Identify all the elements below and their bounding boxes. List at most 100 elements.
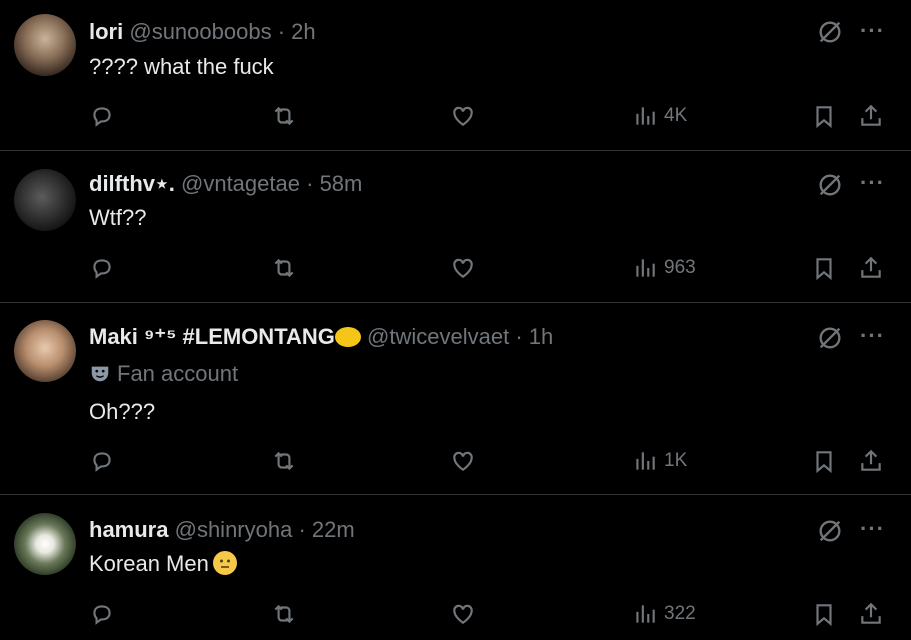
share-button[interactable] <box>858 598 884 630</box>
views-count: 963 <box>664 257 696 278</box>
more-icon[interactable]: ··· <box>860 516 885 542</box>
timestamp[interactable]: 22m <box>312 517 355 542</box>
account-label-text: Fan account <box>117 361 239 386</box>
bookmark-button[interactable] <box>811 598 837 630</box>
timestamp[interactable]: 58m <box>320 171 363 196</box>
like-icon <box>453 106 473 126</box>
share-icon <box>861 104 881 126</box>
views-icon <box>636 107 655 125</box>
like-button[interactable] <box>450 598 476 630</box>
reply-icon <box>93 259 111 279</box>
avatar[interactable] <box>14 513 76 575</box>
reply-icon <box>93 605 111 625</box>
reply-icon <box>93 452 111 472</box>
reply-button[interactable] <box>89 252 115 284</box>
handle[interactable]: @sunooboobs <box>129 19 271 44</box>
more-icon[interactable]: ··· <box>860 170 885 196</box>
share-icon <box>861 449 881 471</box>
tweet-text: Wtf?? <box>89 205 147 230</box>
action-bar: 322 <box>0 598 911 630</box>
like-button[interactable] <box>450 252 476 284</box>
views-count: 4K <box>664 105 688 126</box>
timestamp[interactable]: 2h <box>291 19 315 44</box>
bookmark-button[interactable] <box>811 100 837 132</box>
handle[interactable]: @twicevelvaet <box>367 324 509 349</box>
like-button[interactable] <box>450 445 476 477</box>
share-button[interactable] <box>858 445 884 477</box>
tweet[interactable]: dilfthv⋆. @vntagetae · 58m Wtf?? ··· 963 <box>0 151 911 302</box>
action-bar: 963 <box>0 252 911 284</box>
tweet-header: dilfthv⋆. @vntagetae · 58m <box>89 169 362 199</box>
display-name[interactable]: lori <box>89 19 123 44</box>
bookmark-icon <box>816 604 832 627</box>
tweet-header: Maki ⁹⁺⁵ #LEMONTANG @twicevelvaet · 1h <box>89 322 553 352</box>
tweet[interactable]: Maki ⁹⁺⁵ #LEMONTANG @twicevelvaet · 1h F… <box>0 303 911 494</box>
like-icon <box>453 258 473 278</box>
reply-icon <box>93 107 111 127</box>
reply-button[interactable] <box>89 100 115 132</box>
separator: · <box>298 517 306 542</box>
bookmark-icon <box>816 258 832 281</box>
display-name[interactable]: Maki ⁹⁺⁵ #LEMONTANG <box>89 324 335 349</box>
tweet-text: ???? what the fuck <box>89 54 274 79</box>
avatar[interactable] <box>14 169 76 231</box>
retweet-icon <box>274 451 294 471</box>
timestamp[interactable]: 1h <box>529 324 553 349</box>
display-name[interactable]: hamura <box>89 517 168 542</box>
retweet-icon <box>274 258 294 278</box>
grok-icon[interactable] <box>816 171 844 204</box>
handle[interactable]: @shinryoha <box>175 517 293 542</box>
views-icon <box>636 259 655 277</box>
lemon-emoji <box>334 327 361 347</box>
avatar[interactable] <box>14 14 76 76</box>
views-count: 1K <box>664 450 688 471</box>
tweet[interactable]: hamura @shinryoha · 22m Korean Men ··· 3… <box>0 495 911 640</box>
share-button[interactable] <box>858 100 884 132</box>
account-label: Fan account <box>89 359 238 389</box>
avatar[interactable] <box>14 320 76 382</box>
views-button[interactable]: 322 <box>632 598 696 630</box>
reply-button[interactable] <box>89 598 115 630</box>
more-icon[interactable]: ··· <box>860 323 885 349</box>
separator: · <box>515 324 523 349</box>
display-name[interactable]: dilfthv⋆. <box>89 171 175 196</box>
retweet-icon <box>274 604 294 624</box>
bookmark-button[interactable] <box>811 252 837 284</box>
separator: · <box>306 171 314 196</box>
more-icon[interactable]: ··· <box>860 18 885 44</box>
views-icon <box>636 452 655 470</box>
separator: · <box>277 19 286 44</box>
grok-icon[interactable] <box>816 18 844 51</box>
retweet-button[interactable] <box>271 598 297 630</box>
tweet-header: hamura @shinryoha · 22m <box>89 515 355 545</box>
like-icon <box>453 451 473 471</box>
share-icon <box>861 602 881 624</box>
share-icon <box>861 256 881 278</box>
views-button[interactable]: 963 <box>632 252 696 284</box>
grok-icon[interactable] <box>816 324 844 357</box>
neutral-face-emoji <box>212 551 237 575</box>
bookmark-icon <box>816 451 832 474</box>
retweet-button[interactable] <box>271 252 297 284</box>
retweet-button[interactable] <box>271 445 297 477</box>
bookmark-button[interactable] <box>811 445 837 477</box>
action-bar: 1K <box>0 445 911 477</box>
like-button[interactable] <box>450 100 476 132</box>
tweet-text: Oh??? <box>89 399 156 424</box>
share-button[interactable] <box>858 252 884 284</box>
action-bar: 4K <box>0 100 911 132</box>
views-button[interactable]: 1K <box>632 445 687 477</box>
tweet-text-row: Korean Men <box>89 549 237 579</box>
handle[interactable]: @vntagetae <box>181 171 300 196</box>
mask-icon <box>91 366 109 382</box>
bookmark-icon <box>816 106 832 129</box>
grok-icon[interactable] <box>816 517 844 550</box>
tweet-header: lori @sunooboobs · 2h <box>89 17 316 47</box>
tweet[interactable]: lori @sunooboobs · 2h ???? what the fuck… <box>0 0 911 150</box>
retweet-button[interactable] <box>271 100 297 132</box>
views-button[interactable]: 4K <box>632 100 687 132</box>
retweet-icon <box>274 106 294 126</box>
tweet-text: Korean Men <box>89 551 209 576</box>
views-count: 322 <box>664 603 696 624</box>
reply-button[interactable] <box>89 445 115 477</box>
